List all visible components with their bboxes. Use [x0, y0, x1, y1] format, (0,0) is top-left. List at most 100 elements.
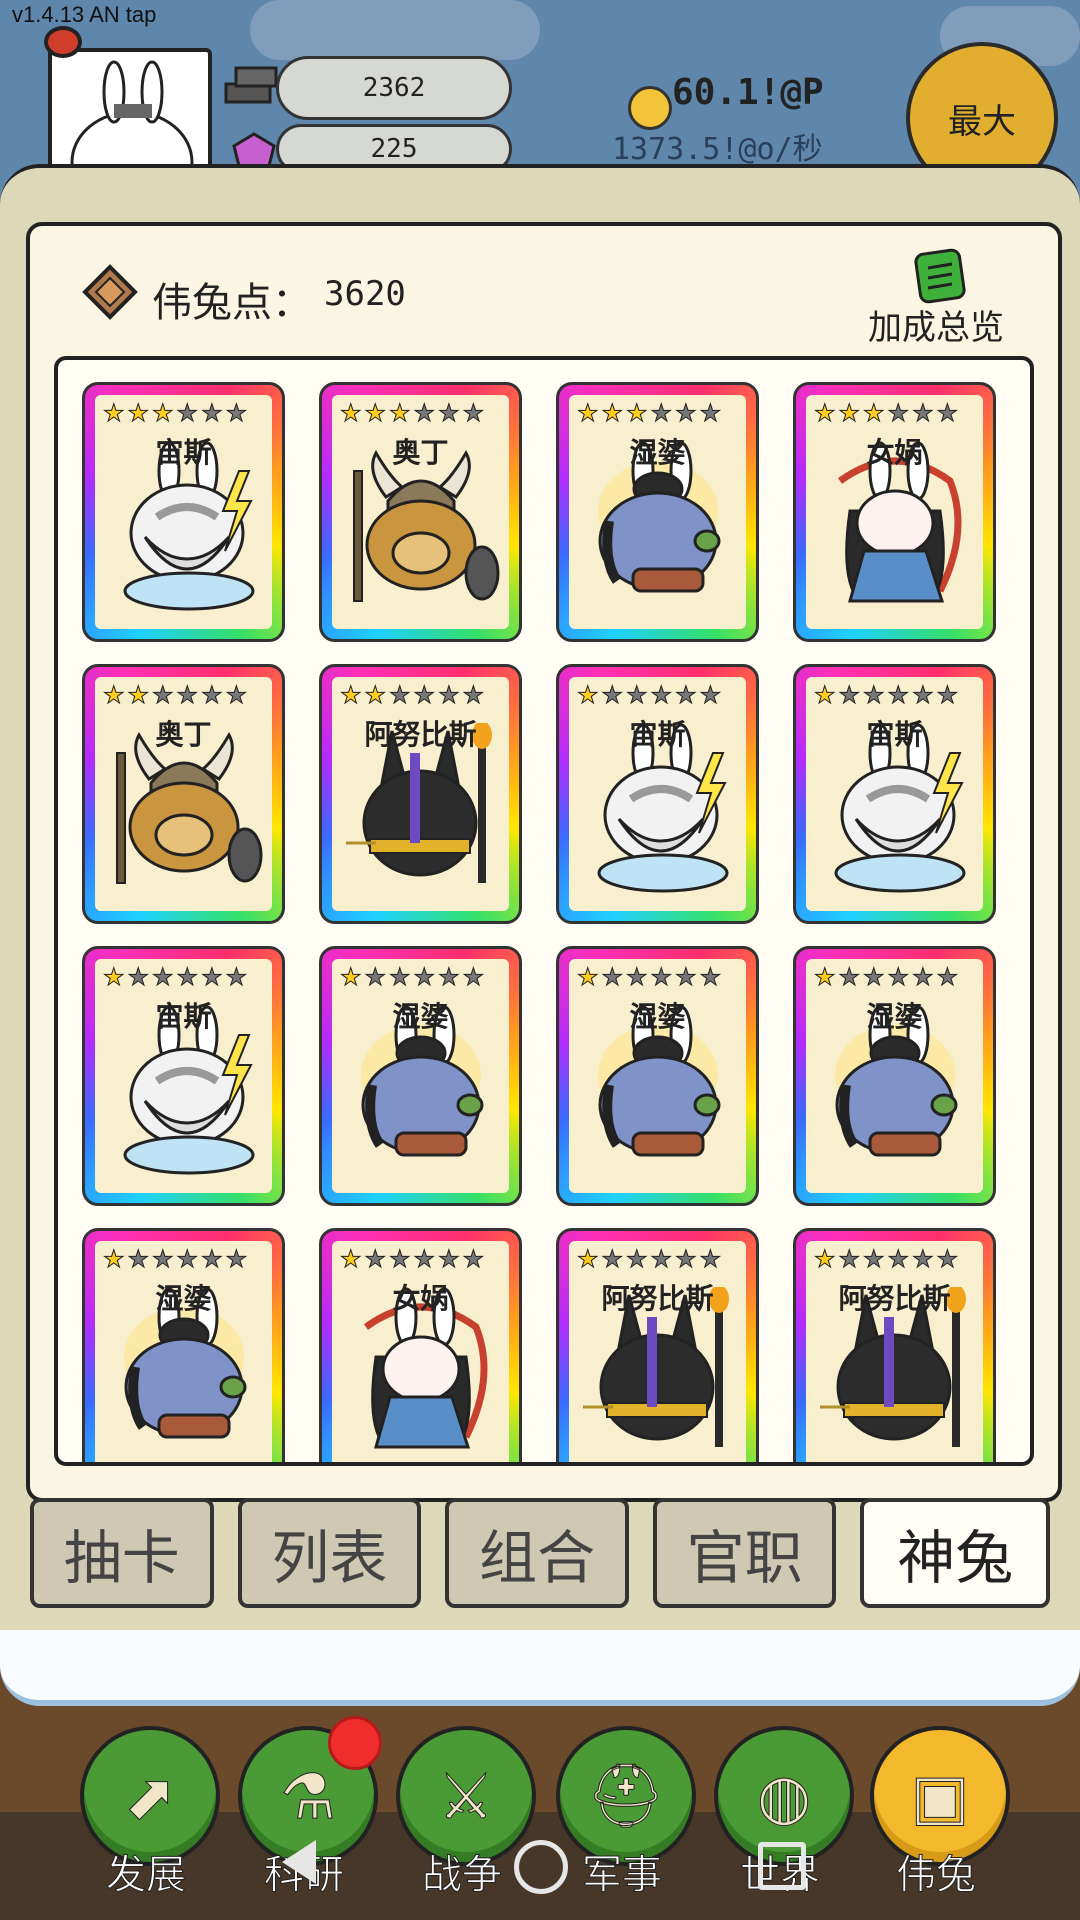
- flask-icon: ⚗: [280, 1759, 337, 1833]
- star-icon: ★: [650, 681, 673, 709]
- player-avatar[interactable]: [48, 48, 212, 176]
- star-icon: ★: [152, 399, 174, 427]
- card-name: 阿努比斯: [601, 1282, 714, 1315]
- god-card[interactable]: ★ ★ ★ ★ ★ ★ 阿努比斯: [556, 1228, 759, 1462]
- card-name: 奥丁: [155, 718, 212, 751]
- star-icon: ★: [389, 681, 411, 709]
- tab-3[interactable]: 官职: [652, 1498, 837, 1608]
- star-icon: ★: [340, 1245, 362, 1273]
- star-icon: ★: [838, 399, 861, 427]
- star-icon: ★: [152, 963, 174, 991]
- card-name: 女娲: [866, 436, 923, 469]
- star-rating: ★ ★ ★ ★ ★ ★: [340, 681, 485, 709]
- card-name: 湿婆: [866, 1000, 923, 1033]
- star-icon: ★: [176, 399, 199, 427]
- tab-2[interactable]: 组合: [445, 1498, 629, 1608]
- star-icon: ★: [838, 681, 861, 709]
- god-card[interactable]: ★ ★ ★ ★ ★ ★ 奥丁: [82, 664, 285, 924]
- god-card[interactable]: ★ ★ ★ ★ ★ ★ 宙斯: [82, 946, 285, 1206]
- tab-4[interactable]: 神兔: [860, 1498, 1051, 1608]
- star-icon: ★: [912, 681, 934, 709]
- star-icon: ★: [699, 399, 722, 427]
- card-name: 阿努比斯: [364, 718, 477, 751]
- star-icon: ★: [389, 399, 411, 427]
- star-icon: ★: [626, 963, 648, 991]
- tab-0[interactable]: 抽卡: [30, 1498, 214, 1608]
- god-card[interactable]: ★ ★ ★ ★ ★ ★ 湿婆: [793, 946, 996, 1206]
- star-icon: ★: [675, 1245, 697, 1273]
- star-icon: ★: [127, 1245, 150, 1273]
- god-card[interactable]: ★ ★ ★ ★ ★ ★ 阿努比斯: [793, 1228, 996, 1462]
- god-card[interactable]: ★ ★ ★ ★ ★ ★ 阿努比斯: [319, 664, 522, 924]
- god-card[interactable]: ★ ★ ★ ★ ★ ★ 宙斯: [556, 664, 759, 924]
- star-icon: ★: [413, 1245, 436, 1273]
- star-icon: ★: [364, 1245, 387, 1273]
- bonus-overview-button[interactable]: 加成总览: [868, 300, 1004, 349]
- star-icon: ★: [887, 681, 910, 709]
- points-label: 伟兔点：: [152, 280, 312, 326]
- card-grid: ★ ★ ★ ★ ★ ★ 宙斯 ★ ★ ★ ★ ★ ★ 奥丁 ★ ★ ★ ★ ★ ★ 湿婆 ★ ★ ★ ★ ★ ★ 女娲 ★ ★ ★ ★…: [82, 382, 1012, 1462]
- card-face: ★ ★ ★ ★ ★ ★ 宙斯: [95, 959, 272, 1193]
- star-icon: ★: [814, 399, 836, 427]
- star-icon: ★: [364, 963, 387, 991]
- tab-bar: 抽卡 列表 组合 官职 神兔: [30, 1498, 1051, 1608]
- card-face: ★ ★ ★ ★ ★ ★ 奥丁: [332, 395, 509, 629]
- star-rating: ★ ★ ★ ★ ★ ★: [814, 1247, 959, 1272]
- god-card[interactable]: ★ ★ ★ ★ ★ ★ 女娲: [319, 1228, 522, 1462]
- card-face: ★ ★ ★ ★ ★ ★ 宙斯: [95, 395, 272, 629]
- star-icon: ★: [438, 399, 460, 427]
- card-name: 女娲: [392, 1282, 449, 1315]
- god-card[interactable]: ★ ★ ★ ★ ★ ★ 宙斯: [793, 664, 996, 924]
- god-card[interactable]: ★ ★ ★ ★ ★ ★ 湿婆: [556, 382, 759, 642]
- tab-1[interactable]: 列表: [237, 1498, 422, 1608]
- god-card[interactable]: ★ ★ ★ ★ ★ ★ 宙斯: [82, 382, 285, 642]
- star-icon: ★: [577, 681, 599, 709]
- star-icon: ★: [650, 1245, 673, 1273]
- star-icon: ★: [936, 399, 959, 427]
- star-icon: ★: [413, 681, 436, 709]
- star-icon: ★: [225, 1245, 248, 1273]
- star-rating: ★ ★ ★ ★ ★ ★: [340, 399, 485, 427]
- star-icon: ★: [601, 399, 624, 427]
- system-back-icon[interactable]: [282, 1840, 316, 1884]
- god-card[interactable]: ★ ★ ★ ★ ★ ★ 湿婆: [82, 1228, 285, 1462]
- system-home-icon[interactable]: [514, 1840, 568, 1894]
- star-icon: ★: [438, 681, 460, 709]
- god-card[interactable]: ★ ★ ★ ★ ★ ★ 女娲: [793, 382, 996, 642]
- god-card[interactable]: ★ ★ ★ ★ ★ ★ 奥丁: [319, 382, 522, 642]
- card-face: ★ ★ ★ ★ ★ ★ 阿努比斯: [569, 1241, 746, 1462]
- star-icon: ★: [675, 963, 697, 991]
- god-card[interactable]: ★ ★ ★ ★ ★ ★ 湿婆: [319, 946, 522, 1206]
- star-icon: ★: [413, 963, 436, 991]
- star-icon: ★: [225, 399, 248, 427]
- star-icon: ★: [152, 1245, 174, 1273]
- star-icon: ★: [863, 963, 885, 991]
- star-icon: ★: [601, 1245, 624, 1273]
- star-icon: ★: [699, 681, 722, 709]
- star-rating: ★ ★ ★ ★ ★ ★: [577, 1245, 722, 1273]
- system-recent-icon[interactable]: [758, 1842, 806, 1890]
- card-face: ★ ★ ★ ★ ★ ★ 女娲: [806, 395, 983, 629]
- crown-hat-icon: [44, 26, 82, 58]
- star-icon: ★: [577, 399, 599, 427]
- star-icon: ★: [127, 399, 150, 427]
- star-icon: ★: [863, 399, 885, 427]
- card-grid-frame: ★ ★ ★ ★ ★ ★ 宙斯 ★ ★ ★ ★ ★ ★ 奥丁 ★ ★ ★ ★ ★ ★ 湿婆 ★ ★ ★ ★ ★ ★ 女娲 ★ ★ ★ ★…: [54, 356, 1034, 1466]
- scroll-icon[interactable]: [912, 248, 968, 306]
- star-icon: ★: [887, 963, 910, 991]
- swords-icon: ⚔: [438, 1759, 495, 1833]
- rabbit-portrait-icon: ▣: [910, 1759, 970, 1833]
- notification-dot: [328, 1716, 382, 1770]
- star-icon: ★: [438, 963, 460, 991]
- star-icon: ★: [176, 1245, 199, 1273]
- star-icon: ★: [814, 681, 836, 709]
- star-icon: ★: [389, 963, 411, 991]
- rabbit-avatar-icon: [70, 60, 194, 172]
- card-face: ★ ★ ★ ★ ★ ★ 宙斯: [569, 677, 746, 911]
- points-value: 3620: [324, 274, 406, 314]
- star-icon: ★: [127, 681, 150, 709]
- star-icon: ★: [626, 399, 648, 427]
- card-face: ★ ★ ★ ★ ★ ★ 宙斯: [806, 677, 983, 911]
- star-icon: ★: [340, 963, 362, 991]
- god-card[interactable]: ★ ★ ★ ★ ★ ★ 湿婆: [556, 946, 759, 1206]
